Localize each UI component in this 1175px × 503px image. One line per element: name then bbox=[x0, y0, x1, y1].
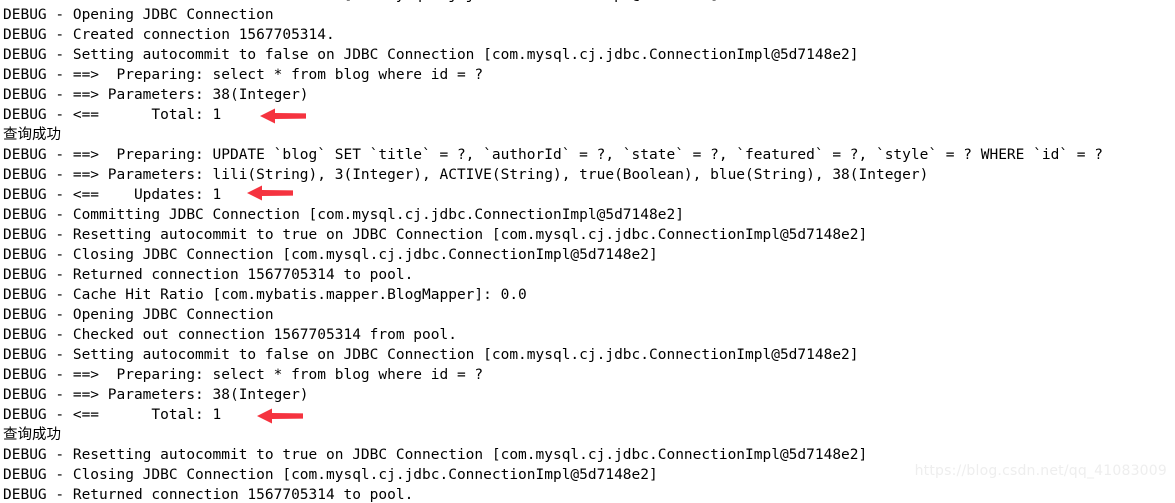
log-line-debug: DEBUG - Cache Hit Ratio [com.mybatis.map… bbox=[3, 287, 527, 303]
log-line-debug: DEBUG - Opening JDBC Connection bbox=[3, 7, 274, 23]
log-line-debug: DEBUG - ==> Preparing: select * from blo… bbox=[3, 67, 484, 83]
console-log-panel: DEBUG - Created connection 1567705314. [… bbox=[0, 0, 1175, 503]
log-line-debug: DEBUG - <== Total: 1 bbox=[3, 107, 222, 123]
log-line-debug: DEBUG - ==> Parameters: 38(Integer) bbox=[3, 87, 309, 103]
log-line-debug: DEBUG - Opening JDBC Connection bbox=[3, 307, 274, 323]
log-output: DEBUG - Created connection 1567705314. [… bbox=[3, 0, 1175, 503]
log-line-debug: DEBUG - Setting autocommit to false on J… bbox=[3, 347, 859, 363]
log-line-debug: DEBUG - ==> Preparing: UPDATE `blog` SET… bbox=[3, 147, 1103, 163]
log-line-debug: DEBUG - ==> Parameters: 38(Integer) bbox=[3, 387, 309, 403]
log-line-debug: DEBUG - Closing JDBC Connection [com.mys… bbox=[3, 247, 658, 263]
log-line-debug: DEBUG - Returned connection 1567705314 t… bbox=[3, 487, 414, 503]
log-line-debug: DEBUG - Resetting autocommit to true on … bbox=[3, 447, 868, 463]
log-line-debug: DEBUG - Resetting autocommit to true on … bbox=[3, 227, 868, 243]
log-line-output: 查询成功 bbox=[3, 127, 61, 143]
log-line-debug: DEBUG - Committing JDBC Connection [com.… bbox=[3, 207, 684, 223]
log-line-debug: DEBUG - ==> Parameters: lili(String), 3(… bbox=[3, 167, 929, 183]
log-line-output: 查询成功 bbox=[3, 427, 61, 443]
log-line-debug: DEBUG - ==> Preparing: select * from blo… bbox=[3, 367, 484, 383]
log-line-debug: DEBUG - <== Updates: 1 bbox=[3, 187, 222, 203]
log-line-debug: DEBUG - Setting autocommit to false on J… bbox=[3, 47, 859, 63]
log-line-debug: DEBUG - Checked out connection 156770531… bbox=[3, 327, 457, 343]
csdn-watermark: https://blog.csdn.net/qq_41083009 bbox=[914, 463, 1167, 479]
log-line-debug: DEBUG - Returned connection 1567705314 t… bbox=[3, 267, 414, 283]
log-line-debug: DEBUG - <== Total: 1 bbox=[3, 407, 222, 423]
log-line-debug: DEBUG - Created connection 1567705314. bbox=[3, 27, 335, 43]
